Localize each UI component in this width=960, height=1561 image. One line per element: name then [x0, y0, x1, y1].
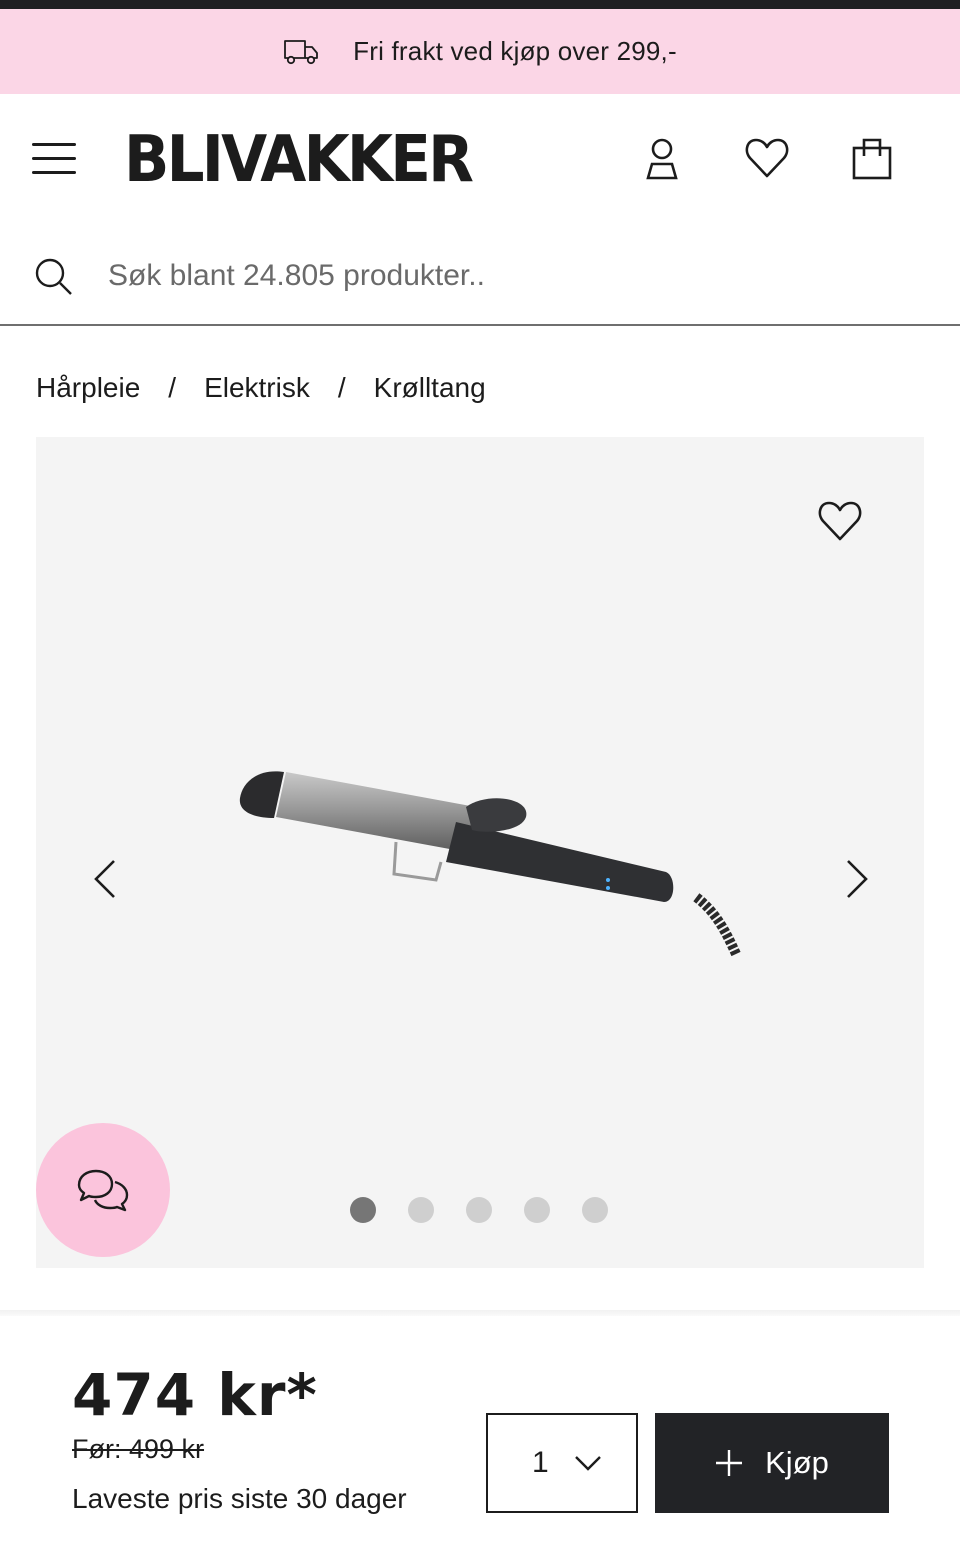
curling-iron-image — [239, 771, 741, 957]
buy-button-label: Kjøp — [765, 1445, 829, 1480]
carousel-dot-2[interactable] — [408, 1197, 434, 1223]
search-bar — [0, 226, 960, 326]
site-header: BLIVAKKER — [0, 94, 960, 226]
favorite-heart-icon[interactable] — [816, 497, 864, 545]
promo-banner: Fri frakt ved kjøp over 299,- — [0, 9, 960, 94]
search-input[interactable] — [108, 252, 908, 300]
carousel-dots — [350, 1197, 640, 1223]
promo-text: Fri frakt ved kjøp over 299,- — [353, 36, 677, 66]
chevron-right-icon[interactable] — [836, 855, 876, 903]
heart-icon[interactable] — [743, 134, 791, 182]
menu-button[interactable] — [32, 138, 78, 178]
quantity-select[interactable]: 1 — [486, 1413, 638, 1513]
buy-button[interactable]: Kjøp — [655, 1413, 889, 1513]
lowest-price-note: Laveste pris siste 30 dager — [72, 1483, 407, 1514]
user-icon[interactable] — [638, 134, 686, 182]
price: 474 kr* — [72, 1361, 318, 1429]
breadcrumb: Hårpleie / Elektrisk / Krølltang — [36, 366, 486, 410]
breadcrumb-item-krolltang[interactable]: Krølltang — [374, 372, 486, 404]
product-gallery[interactable] — [36, 437, 924, 1268]
search-icon[interactable] — [33, 256, 73, 296]
breadcrumb-item-elektrisk[interactable]: Elektrisk — [204, 372, 310, 404]
truck-icon — [284, 39, 319, 64]
breadcrumb-item-harpleie[interactable]: Hårpleie — [36, 372, 140, 404]
purchase-bar: 474 kr* Før: 499 kr Laveste pris siste 3… — [0, 1316, 960, 1561]
site-logo[interactable]: BLIVAKKER — [124, 124, 474, 196]
plus-icon — [716, 1450, 743, 1476]
breadcrumb-separator: / — [168, 372, 177, 403]
carousel-dot-1[interactable] — [350, 1197, 376, 1223]
quantity-value: 1 — [532, 1446, 549, 1479]
old-price: Før: 499 kr — [72, 1434, 205, 1464]
shopping-bag-icon[interactable] — [848, 134, 896, 182]
chevron-down-icon — [575, 1456, 601, 1471]
top-status-strip — [0, 0, 960, 9]
carousel-dot-5[interactable] — [582, 1197, 608, 1223]
chat-button[interactable] — [36, 1123, 170, 1257]
carousel-dot-3[interactable] — [466, 1197, 492, 1223]
chevron-left-icon[interactable] — [86, 855, 126, 903]
breadcrumb-separator: / — [337, 372, 346, 403]
chat-bubbles-icon — [77, 1169, 129, 1212]
carousel-dot-4[interactable] — [524, 1197, 550, 1223]
